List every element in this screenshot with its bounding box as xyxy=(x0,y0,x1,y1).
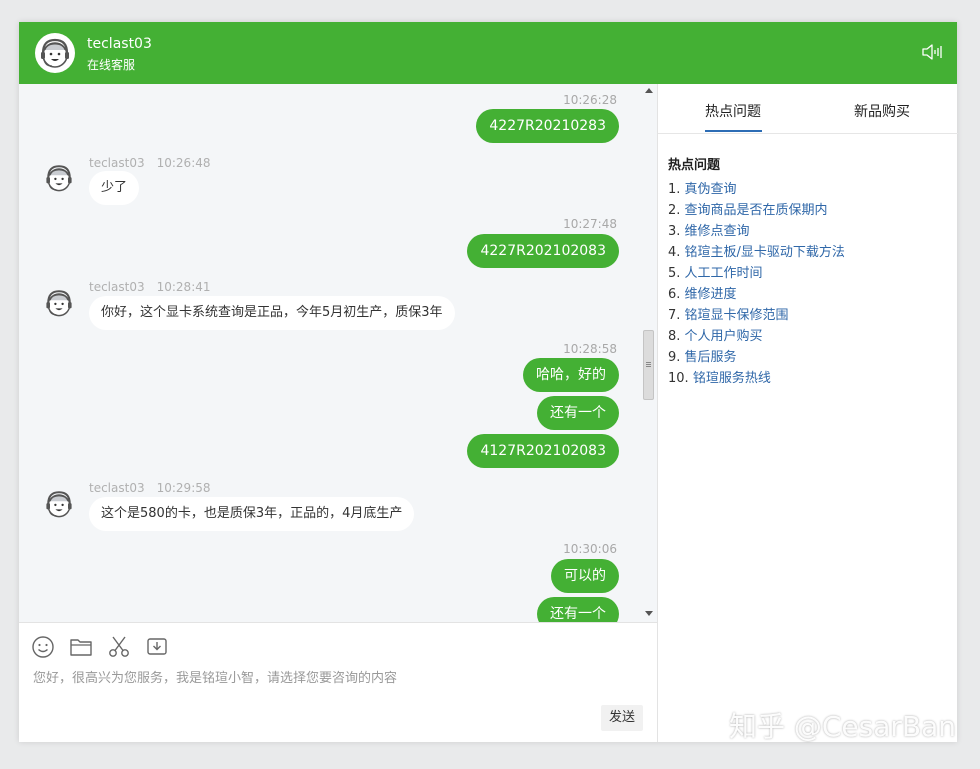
message-time: 10:26:48 xyxy=(156,156,211,170)
hot-question-link[interactable]: 铭瑄主板/显卡驱动下载方法 xyxy=(685,245,845,260)
user-message-bubble: 可以的 xyxy=(551,559,619,593)
hot-question-link[interactable]: 个人用户购买 xyxy=(685,329,763,344)
agent-message-meta: teclast03 10:26:48 xyxy=(89,156,211,170)
hot-question-item: 7. 铭瑄显卡保修范围 xyxy=(668,305,845,326)
hot-questions-list: 1. 真伪查询 2. 查询商品是否在质保期内 3. 维修点查询 4. 铭瑄主板/… xyxy=(668,179,845,389)
hot-question-number: 1. xyxy=(668,182,681,197)
user-message-bubble: 4127R202102083 xyxy=(467,434,619,468)
hot-question-link[interactable]: 真伪查询 xyxy=(685,182,737,197)
send-button[interactable]: 发送 xyxy=(601,705,643,731)
message-time: 10:27:48 xyxy=(563,217,617,231)
user-message-bubble: 哈哈，好的 xyxy=(523,358,619,392)
sound-toggle-icon[interactable] xyxy=(921,42,943,62)
hot-question-item: 2. 查询商品是否在质保期内 xyxy=(668,200,845,221)
hot-question-number: 6. xyxy=(668,287,681,302)
agent-avatar-icon xyxy=(41,486,77,522)
message-time: 10:30:06 xyxy=(563,542,617,556)
user-message-bubble: 4227R20210283 xyxy=(476,109,619,143)
user-message-bubble: 还有一个 xyxy=(537,396,619,430)
scroll-grip-line xyxy=(646,362,651,363)
scroll-up-arrow-icon[interactable] xyxy=(645,88,653,93)
hot-questions-title: 热点问题 xyxy=(668,158,721,173)
message-list[interactable]: 10:26:28 4227R20210283 teclast03 10:26:48… xyxy=(19,84,657,622)
hot-question-number: 5. xyxy=(668,266,681,281)
agent-avatar-icon xyxy=(41,160,77,196)
hot-question-number: 3. xyxy=(668,224,681,239)
agent-message-meta: teclast03 10:28:41 xyxy=(89,280,211,294)
chat-header: teclast03 在线客服 xyxy=(19,22,957,84)
message-time: 10:29:58 xyxy=(156,481,211,495)
tab-hot-questions[interactable]: 热点问题 xyxy=(705,101,761,121)
hot-question-item: 9. 售后服务 xyxy=(668,347,845,368)
scroll-thumb[interactable] xyxy=(643,330,654,400)
message-scrollbar[interactable] xyxy=(641,84,657,622)
hot-question-link[interactable]: 查询商品是否在质保期内 xyxy=(685,203,828,218)
hot-question-link[interactable]: 人工工作时间 xyxy=(685,266,763,281)
hot-question-number: 7. xyxy=(668,308,681,323)
scissors-icon[interactable] xyxy=(107,635,131,659)
agent-name: teclast03 xyxy=(87,36,152,52)
active-tab-indicator xyxy=(705,130,762,132)
hot-question-item: 4. 铭瑄主板/显卡驱动下载方法 xyxy=(668,242,845,263)
agent-message-bubble: 少了 xyxy=(89,171,140,205)
agent-message-bubble: 这个是580的卡，也是质保3年，正品的，4月底生产 xyxy=(89,497,415,531)
side-tabs: 热点问题 新品购买 xyxy=(658,84,958,134)
hot-question-number: 9. xyxy=(668,350,681,365)
agent-avatar-icon xyxy=(41,285,77,321)
message-time: 10:28:41 xyxy=(156,280,211,294)
hot-question-link[interactable]: 售后服务 xyxy=(685,350,737,365)
smiley-icon[interactable] xyxy=(31,635,55,659)
side-panel: 热点问题 新品购买 热点问题 1. 真伪查询 2. 查询商品是否在质保期内 3.… xyxy=(657,84,958,742)
user-message-bubble: 4227R202102083 xyxy=(467,234,619,268)
hot-question-item: 10. 铭瑄服务热线 xyxy=(668,368,845,389)
hot-question-link[interactable]: 铭瑄服务热线 xyxy=(693,371,771,386)
message-time: 10:28:58 xyxy=(563,342,617,356)
message-time: 10:26:28 xyxy=(563,93,617,107)
hot-question-number: 4. xyxy=(668,245,681,260)
hot-question-item: 3. 维修点查询 xyxy=(668,221,845,242)
agent-message-bubble: 你好，这个显卡系统查询是正品，今年5月初生产，质保3年 xyxy=(89,296,455,330)
hot-question-link[interactable]: 铭瑄显卡保修范围 xyxy=(685,308,789,323)
scroll-grip-line xyxy=(646,366,651,367)
hot-question-number: 8. xyxy=(668,329,681,344)
scroll-grip-line xyxy=(646,364,651,365)
message-input[interactable]: 您好，很高兴为您服务，我是铭瑄小智，请选择您要咨询的内容 xyxy=(33,667,397,686)
user-message-bubble: 还有一个 xyxy=(537,597,619,622)
hot-question-item: 8. 个人用户购买 xyxy=(668,326,845,347)
hot-question-number: 2. xyxy=(668,203,681,218)
hot-question-number: 10. xyxy=(668,371,689,386)
agent-avatar-icon xyxy=(35,33,75,73)
message-input-area: 您好，很高兴为您服务，我是铭瑄小智，请选择您要咨询的内容 发送 xyxy=(19,622,657,742)
tab-new-products[interactable]: 新品购买 xyxy=(854,101,910,121)
hot-question-link[interactable]: 维修点查询 xyxy=(685,224,750,239)
agent-message-name: teclast03 xyxy=(89,280,145,294)
chat-window: teclast03 在线客服 10:26:28 4227R20210283 te… xyxy=(19,22,958,742)
watermark: 知乎 @CesarBan xyxy=(728,710,956,743)
hot-question-item: 5. 人工工作时间 xyxy=(668,263,845,284)
scroll-down-arrow-icon[interactable] xyxy=(645,611,653,616)
download-box-icon[interactable] xyxy=(145,635,169,659)
hot-question-link[interactable]: 维修进度 xyxy=(685,287,737,302)
hot-question-item: 1. 真伪查询 xyxy=(668,179,845,200)
agent-message-meta: teclast03 10:29:58 xyxy=(89,481,211,495)
agent-status: 在线客服 xyxy=(87,58,136,72)
hot-question-item: 6. 维修进度 xyxy=(668,284,845,305)
agent-message-name: teclast03 xyxy=(89,481,145,495)
folder-icon[interactable] xyxy=(69,635,93,659)
agent-message-name: teclast03 xyxy=(89,156,145,170)
